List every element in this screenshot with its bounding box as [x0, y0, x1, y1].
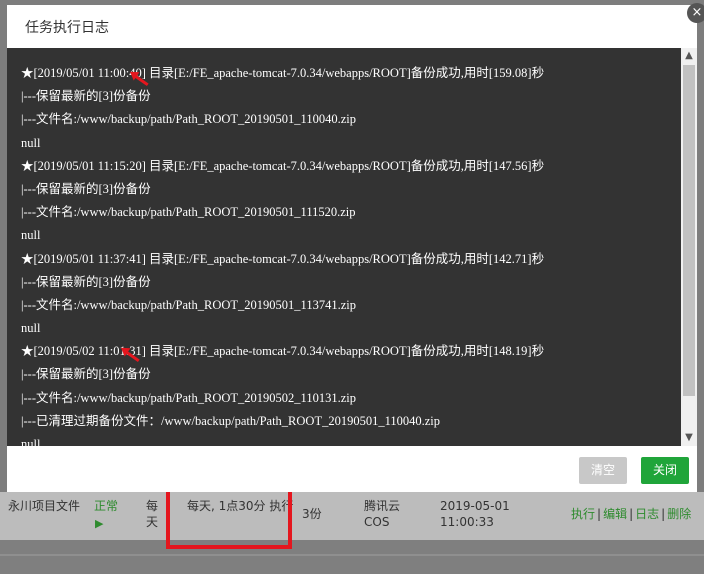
scroll-down-icon[interactable]: ▼ — [681, 430, 697, 446]
log-line: null — [21, 437, 41, 446]
action-separator: | — [597, 507, 602, 521]
background-strip — [0, 540, 704, 574]
task-cycle: 每天 — [146, 499, 159, 529]
log-scrollbar[interactable]: ▲ ▼ — [681, 48, 697, 446]
log-line: |---文件名:/www/backup/path/Path_ROOT_20190… — [21, 205, 356, 220]
modal-footer: 清空 关闭 — [7, 446, 697, 492]
delete-action-link[interactable]: 删除 — [667, 507, 691, 521]
close-icon[interactable]: × — [687, 3, 704, 23]
log-line: ★[2019/05/01 11:15:20] 目录[E:/FE_apache-t… — [21, 158, 545, 173]
highlight-box — [166, 488, 292, 549]
log-line: ★[2019/05/01 11:37:41] 目录[E:/FE_apache-t… — [21, 251, 545, 266]
action-separator: | — [629, 507, 634, 521]
log-action-link[interactable]: 日志 — [635, 507, 659, 521]
task-table-row: 永川项目文件 正常 ▶ 每天 每天, 1点30分 执行 3份 腾讯云COS 20… — [0, 492, 704, 540]
background-divider — [0, 554, 704, 556]
run-action-link[interactable]: 执行 — [571, 507, 595, 521]
log-line: null — [21, 135, 41, 150]
log-line: |---保留最新的[3]份备份 — [21, 89, 151, 104]
task-storage: 腾讯云COS — [364, 499, 401, 529]
log-line: null — [21, 321, 41, 336]
task-log-modal: 任务执行日志 ★[2019/05/01 11:00:40] 目录[E:/FE_a… — [7, 3, 704, 492]
edit-action-link[interactable]: 编辑 — [603, 507, 627, 521]
close-button[interactable]: 关闭 — [641, 457, 690, 484]
log-line: ★[2019/05/01 11:00:40] 目录[E:/FE_apache-t… — [21, 66, 545, 80]
action-separator: | — [661, 507, 666, 521]
modal-title: 任务执行日志 — [7, 5, 697, 49]
clear-button[interactable]: 清空 — [579, 457, 628, 484]
log-line: |---已清理过期备份文件：/www/backup/path/Path_ROOT… — [21, 413, 441, 428]
task-date: 2019-05-01 11:00:33 — [440, 499, 510, 529]
log-line: |---保留最新的[3]份备份 — [21, 274, 151, 289]
scrollbar-thumb[interactable] — [683, 65, 695, 396]
task-status: 正常 — [94, 499, 119, 513]
log-line: |---保留最新的[3]份备份 — [21, 181, 151, 196]
log-line: |---文件名:/www/backup/path/Path_ROOT_20190… — [21, 390, 356, 405]
scroll-up-icon[interactable]: ▲ — [681, 48, 697, 64]
log-line: |---文件名:/www/backup/path/Path_ROOT_20190… — [21, 112, 356, 127]
log-line: null — [21, 228, 41, 243]
task-keep-count: 3份 — [302, 507, 322, 521]
task-actions: 执行 | 编辑 | 日志 | 删除 — [571, 506, 691, 522]
log-panel: ★[2019/05/01 11:00:40] 目录[E:/FE_apache-t… — [7, 48, 697, 446]
play-icon[interactable]: ▶ — [95, 516, 103, 532]
task-name: 永川项目文件 — [8, 499, 81, 513]
log-content: ★[2019/05/01 11:00:40] 目录[E:/FE_apache-t… — [7, 48, 677, 446]
log-line: |---保留最新的[3]份备份 — [21, 367, 151, 382]
log-line: |---文件名:/www/backup/path/Path_ROOT_20190… — [21, 297, 356, 312]
